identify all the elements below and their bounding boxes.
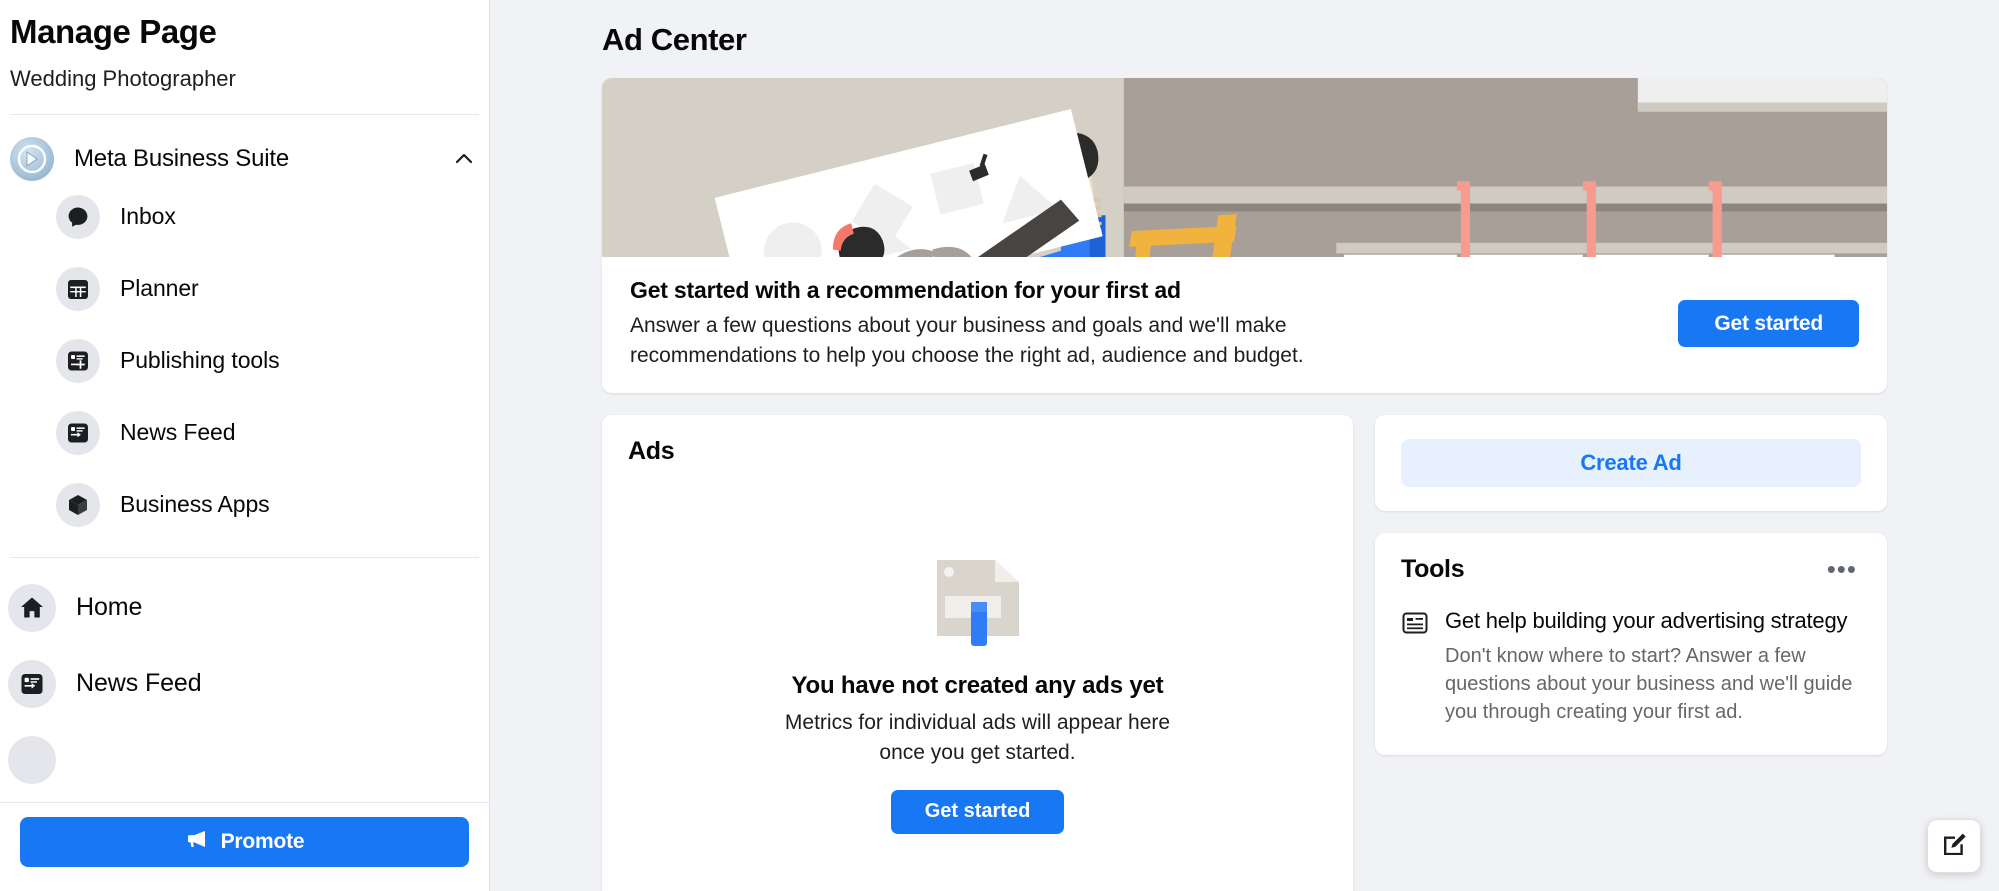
recommendation-description: Answer a few questions about your busine… (630, 314, 1304, 367)
sidebar-section-meta-business-suite[interactable]: Meta Business Suite (0, 115, 489, 181)
sidebar-header: Manage Page Wedding Photographer (0, 0, 489, 92)
promote-button-label: Promote (220, 830, 305, 853)
cube-box-icon (56, 482, 100, 527)
message-bubble-icon (56, 194, 100, 239)
ellipsis-icon[interactable]: ••• (1823, 556, 1861, 582)
sidebar-item-label: News Feed (76, 669, 202, 698)
compose-fab-button[interactable] (1927, 819, 1981, 873)
sidebar-item-label: Publishing tools (120, 347, 280, 374)
recommendation-headline: Get started with a recommendation for yo… (630, 277, 1181, 303)
page-title: Ad Center (602, 22, 747, 57)
page-title-manage-page: Manage Page (10, 13, 217, 50)
sidebar: Manage Page Wedding Photographer Meta Bu… (0, 0, 490, 891)
news-feed-icon (8, 659, 56, 708)
home-icon (8, 583, 56, 632)
chevron-up-icon[interactable] (451, 146, 477, 172)
sidebar-item-label: Planner (120, 275, 199, 302)
hero-illustration (602, 78, 1887, 257)
tools-item-title: Get help building your advertising strat… (1445, 607, 1848, 633)
meta-infinity-icon (10, 136, 54, 181)
get-started-button[interactable]: Get started (1678, 300, 1859, 348)
lower-grid: Ads You have not created any ads yet Met… (602, 414, 1887, 891)
promote-button[interactable]: Promote (20, 817, 469, 867)
sidebar-item-publishing-tools[interactable]: Publishing tools (0, 325, 489, 397)
ads-column: Ads You have not created any ads yet Met… (602, 414, 1353, 891)
content-container: Get started with a recommendation for yo… (602, 78, 1887, 891)
ads-card: Ads You have not created any ads yet Met… (602, 414, 1353, 891)
sidebar-item-home[interactable]: Home (0, 570, 489, 646)
tools-heading: Tools (1401, 554, 1465, 583)
ads-empty-get-started-button[interactable]: Get started (890, 789, 1065, 834)
recommendation-body: Get started with a recommendation for yo… (602, 257, 1887, 393)
sidebar-item-label: Business Apps (120, 491, 270, 518)
tools-card: Tools ••• Get help building your adverti… (1375, 532, 1887, 755)
ads-empty-heading: You have not created any ads yet (791, 672, 1164, 700)
sidebar-item-news-feed-root[interactable]: News Feed (0, 646, 489, 722)
recommendation-card: Get started with a recommendation for yo… (602, 78, 1887, 393)
sidebar-scroll-area[interactable]: Meta Business Suite Inbox Planner Publis… (0, 115, 489, 891)
page-name-subtitle: Wedding Photographer (10, 65, 236, 91)
publishing-plus-icon (56, 338, 100, 383)
ads-empty-state: You have not created any ads yet Metrics… (628, 466, 1327, 879)
sidebar-item-planner[interactable]: Planner (0, 253, 489, 325)
ads-empty-description: Metrics for individual ads will appear h… (784, 711, 1171, 765)
sidebar-item-news-feed[interactable]: News Feed (0, 397, 489, 469)
right-column: Create Ad Tools ••• Get help building yo… (1375, 414, 1887, 755)
placeholder-icon (8, 735, 56, 784)
calendar-grid-icon (56, 266, 100, 311)
ads-heading: Ads (628, 436, 675, 465)
compose-pencil-icon (1940, 831, 1968, 862)
main-content: Ad Center Get started with a recommendat… (490, 0, 1999, 891)
news-feed-icon (56, 410, 100, 455)
app-root: Manage Page Wedding Photographer Meta Bu… (0, 0, 1999, 891)
list-document-icon (1401, 609, 1429, 637)
tools-item-description: Don't know where to start? Answer a few … (1445, 644, 1853, 724)
sidebar-divider-middle (10, 556, 479, 558)
sidebar-item-inbox[interactable]: Inbox (0, 181, 489, 253)
empty-ads-illustration (923, 550, 1033, 647)
sidebar-item-label: News Feed (120, 419, 236, 446)
megaphone-icon (185, 827, 209, 857)
sidebar-section-label: Meta Business Suite (74, 144, 289, 172)
sidebar-item-partial[interactable] (0, 722, 489, 798)
tools-header: Tools ••• (1401, 555, 1861, 584)
sidebar-item-business-apps[interactable]: Business Apps (0, 469, 489, 541)
sidebar-item-label: Inbox (120, 203, 176, 230)
create-ad-button[interactable]: Create Ad (1401, 438, 1861, 487)
sidebar-footer: Promote (0, 802, 489, 891)
tools-list-item[interactable]: Get help building your advertising strat… (1401, 606, 1861, 727)
sidebar-item-label: Home (76, 593, 143, 622)
create-ad-card: Create Ad (1375, 414, 1887, 511)
